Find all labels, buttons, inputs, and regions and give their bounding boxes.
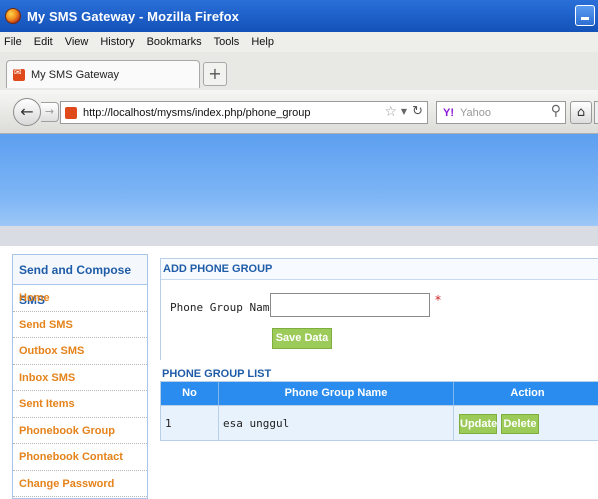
tab-bar: My SMS Gateway + bbox=[0, 52, 598, 90]
menu-help[interactable]: Help bbox=[251, 36, 274, 48]
phone-group-name-input[interactable] bbox=[270, 293, 430, 317]
search-bar[interactable]: Y! Yahoo ⚲ bbox=[436, 101, 566, 124]
delete-button[interactable]: Delete bbox=[501, 414, 539, 434]
search-engine-placeholder: Yahoo bbox=[460, 106, 491, 119]
menu-bar: File Edit View History Bookmarks Tools H… bbox=[0, 32, 598, 52]
sidebar: Send and Compose SMS Home Send SMS Outbo… bbox=[12, 254, 148, 499]
window-titlebar: My SMS Gateway - Mozilla Firefox bbox=[0, 0, 598, 32]
arrow-right-icon: → bbox=[44, 105, 55, 118]
sidebar-item-phonebook-contact[interactable]: Phonebook Contact bbox=[13, 444, 147, 471]
update-button[interactable]: Update bbox=[459, 414, 497, 434]
table-row: 1 esa unggul Update Delete bbox=[161, 405, 598, 441]
table-header: No Phone Group Name Action bbox=[161, 382, 598, 405]
phone-group-list-title: PHONE GROUP LIST bbox=[162, 368, 272, 380]
page-header-strip bbox=[0, 226, 598, 246]
url-text: http://localhost/mysms/index.php/phone_g… bbox=[83, 106, 311, 119]
phone-group-name-label: Phone Group Name bbox=[170, 301, 276, 314]
home-icon: ⌂ bbox=[576, 105, 586, 120]
site-favicon-icon bbox=[65, 106, 77, 119]
firefox-logo-icon bbox=[5, 8, 21, 24]
window-title: My SMS Gateway - Mozilla Firefox bbox=[27, 8, 239, 24]
address-bar[interactable]: http://localhost/mysms/index.php/phone_g… bbox=[60, 101, 428, 124]
header-no: No bbox=[161, 382, 219, 405]
navigation-toolbar: ← → http://localhost/mysms/index.php/pho… bbox=[0, 90, 598, 134]
home-button[interactable]: ⌂ bbox=[570, 101, 592, 124]
phone-group-table: No Phone Group Name Action 1 esa unggul … bbox=[160, 381, 598, 441]
sidebar-item-outbox-sms[interactable]: Outbox SMS bbox=[13, 338, 147, 365]
sidebar-item-home[interactable]: Home bbox=[13, 285, 147, 312]
menu-file[interactable]: File bbox=[4, 36, 22, 48]
new-tab-button[interactable]: + bbox=[203, 62, 227, 86]
forward-button[interactable]: → bbox=[41, 102, 59, 122]
menu-history[interactable]: History bbox=[100, 36, 134, 48]
menu-edit[interactable]: Edit bbox=[34, 36, 53, 48]
favicon-icon bbox=[13, 68, 25, 81]
tab-my-sms-gateway[interactable]: My SMS Gateway bbox=[6, 60, 200, 88]
sidebar-item-send-sms[interactable]: Send SMS bbox=[13, 312, 147, 338]
yahoo-logo-icon[interactable]: Y! bbox=[443, 107, 454, 119]
sidebar-heading: Send and Compose SMS bbox=[13, 255, 147, 307]
add-phone-group-form: Phone Group Name * Save Data bbox=[161, 279, 598, 360]
add-phone-group-panel: ADD PHONE GROUP Phone Group Name * Save … bbox=[160, 258, 598, 360]
bookmark-star-icon[interactable]: ☆ bbox=[384, 104, 397, 120]
sidebar-item-inbox-sms[interactable]: Inbox SMS bbox=[13, 365, 147, 391]
cell-no: 1 bbox=[161, 406, 219, 441]
history-dropdown-icon[interactable]: ▼ bbox=[401, 107, 407, 116]
reload-icon[interactable]: ↻ bbox=[412, 104, 423, 119]
menu-tools[interactable]: Tools bbox=[214, 36, 240, 48]
back-button[interactable]: ← bbox=[13, 98, 41, 126]
sidebar-item-sent-items[interactable]: Sent Items bbox=[13, 391, 147, 418]
header-phone-group-name: Phone Group Name bbox=[219, 382, 454, 405]
minimize-button[interactable] bbox=[575, 5, 595, 26]
required-mark: * bbox=[435, 293, 441, 307]
cell-phone-group-name: esa unggul bbox=[219, 406, 454, 441]
search-icon[interactable]: ⚲ bbox=[551, 103, 561, 119]
sidebar-item-change-password[interactable]: Change Password bbox=[13, 471, 147, 497]
arrow-left-icon: ← bbox=[20, 102, 34, 121]
page-header-banner bbox=[0, 134, 598, 226]
header-action: Action bbox=[510, 387, 545, 399]
toolbar-overflow-button[interactable] bbox=[594, 101, 598, 124]
tab-label: My SMS Gateway bbox=[31, 68, 120, 81]
sidebar-item-phonebook-group[interactable]: Phonebook Group bbox=[13, 418, 147, 444]
add-phone-group-title: ADD PHONE GROUP bbox=[163, 263, 273, 275]
menu-view[interactable]: View bbox=[65, 36, 89, 48]
save-data-button[interactable]: Save Data bbox=[272, 328, 332, 349]
menu-bookmarks[interactable]: Bookmarks bbox=[147, 36, 202, 48]
